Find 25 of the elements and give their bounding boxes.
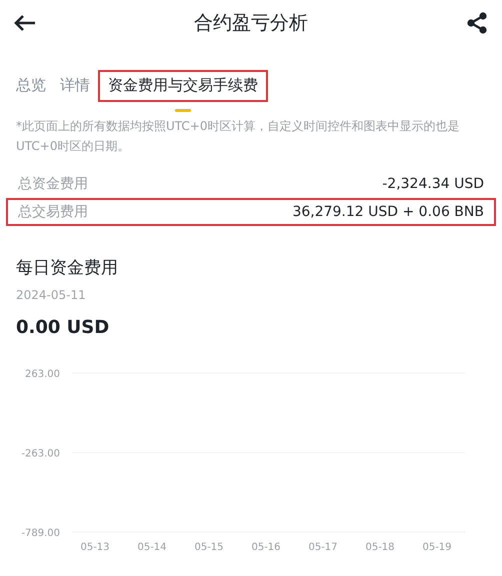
tab[interactable]: 资金费用与交易手续费 (100, 72, 266, 100)
back-icon[interactable] (14, 15, 36, 31)
amount-value: 0.00 USD (15, 316, 110, 340)
y-axis-label: -263.00 (21, 448, 60, 459)
summary-value: -2,324.34 USD (382, 174, 484, 194)
summary-label: 总资金费用 (18, 174, 88, 194)
share-icon[interactable] (466, 12, 488, 34)
x-axis-label: 05-18 (365, 542, 395, 552)
x-axis-label: 05-16 (251, 542, 281, 552)
x-axis-label: 05-17 (308, 542, 338, 552)
timezone-note: *此页面上的所有数据均按照UTC+0时区计算，自定义时间控件和图表中显示的也是UTC+0时区的日期。 (15, 118, 460, 155)
summary-label: 总交易费用 (18, 202, 88, 222)
tab[interactable]: 总览 (12, 74, 50, 100)
tab-indicator (175, 109, 191, 112)
x-axis-label: 05-14 (137, 542, 167, 552)
tab[interactable]: 详情 (56, 74, 94, 100)
y-axis-label: -789.00 (21, 528, 60, 538)
x-axis-label: 05-19 (422, 542, 452, 552)
summary-value: 36,279.12 USD + 0.06 BNB (292, 202, 484, 222)
page-title: 合约盈亏分析 (194, 10, 308, 36)
y-axis-label: 263.00 (25, 368, 60, 380)
date-label: 2024-05-11 (15, 286, 87, 304)
x-axis-label: 05-13 (80, 542, 110, 552)
x-axis-label: 05-15 (194, 542, 224, 552)
section-title: 每日资金费用 (15, 257, 119, 280)
